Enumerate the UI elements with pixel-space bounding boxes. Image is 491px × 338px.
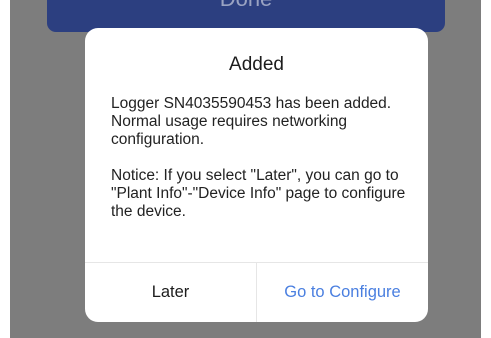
- dialog-message: Logger SN4035590453 has been added. Norm…: [111, 95, 392, 148]
- dialog-title: Added: [229, 54, 284, 75]
- added-dialog: Added Logger SN4035590453 has been added…: [85, 28, 428, 322]
- go-to-configure-button[interactable]: Go to Configure: [257, 263, 428, 322]
- app-screen: Done Added Logger SN4035590453 has been …: [10, 0, 481, 338]
- later-button[interactable]: Later: [85, 263, 257, 322]
- dialog-actions: Later Go to Configure: [85, 262, 428, 322]
- dialog-notice: Notice: If you select "Later", you can g…: [111, 167, 406, 220]
- dialog-message-body: Logger SN4035590453 has been added. Norm…: [111, 95, 408, 239]
